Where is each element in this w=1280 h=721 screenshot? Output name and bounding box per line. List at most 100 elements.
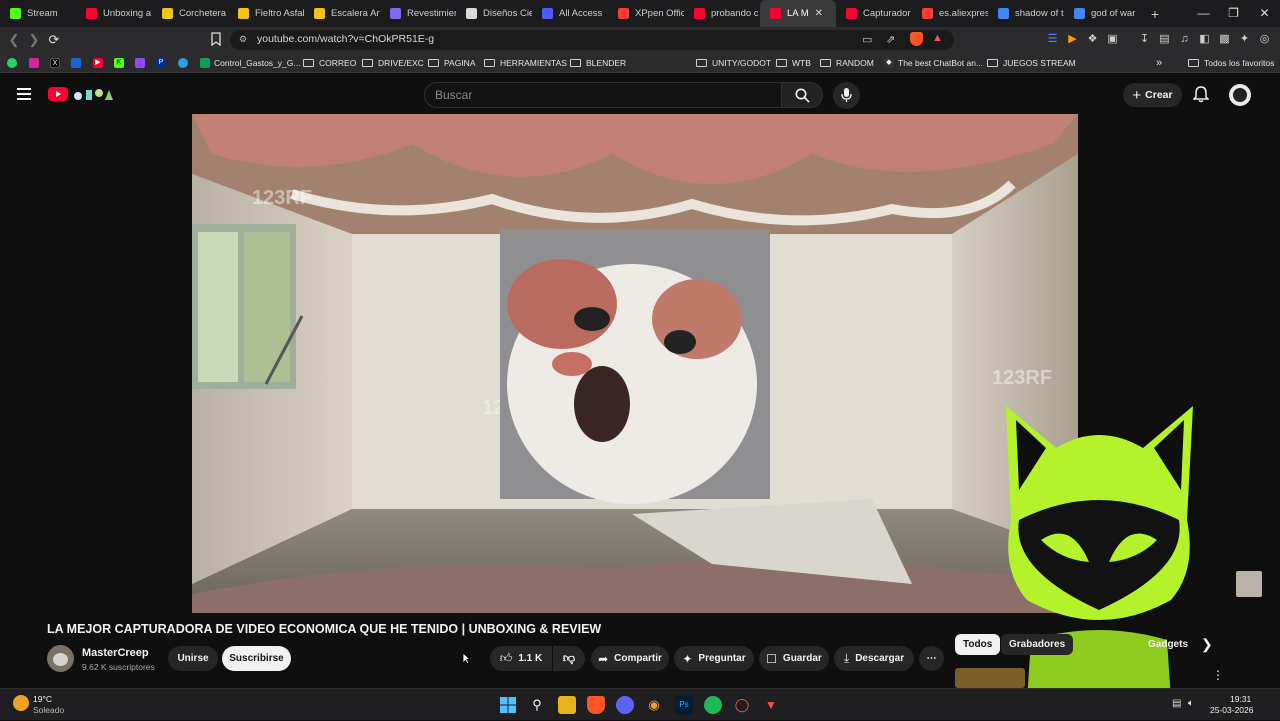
sidebar-toggle-icon[interactable]: ◧	[1198, 33, 1211, 46]
browser-tab[interactable]: shadow of t	[988, 0, 1064, 27]
bookmark-item[interactable]: Control_Gastos_y_G...	[200, 56, 300, 70]
browser-tab[interactable]: Fieltro Asfal	[228, 0, 304, 27]
temperature[interactable]: 19°C	[33, 694, 52, 704]
save-button[interactable]: ☐ Guardar	[759, 646, 829, 671]
browser-tab[interactable]: XPpen Offic	[608, 0, 684, 27]
downloads-icon[interactable]: ↧	[1138, 33, 1151, 46]
notifications-bell-icon[interactable]	[1192, 86, 1210, 108]
browser-tab[interactable]: Capturador	[836, 0, 912, 27]
bookmark-item[interactable]: HERRAMIENTAS	[484, 56, 567, 70]
forward-button[interactable]: ❯	[26, 32, 42, 48]
music-icon[interactable]: ♫	[1178, 33, 1191, 46]
bookmark-item[interactable]: UNITY/GODOT	[696, 56, 771, 70]
obs-icon[interactable]: ◯	[733, 696, 751, 714]
browser-tab[interactable]: es.aliexpres	[912, 0, 988, 27]
hamburger-menu-icon[interactable]	[17, 88, 31, 100]
user-avatar[interactable]	[1229, 84, 1251, 106]
extension-audio-icon[interactable]: ☰	[1046, 33, 1059, 46]
browser-tab[interactable]: Revestimien	[380, 0, 456, 27]
browser-tab[interactable]: All Access	[532, 0, 608, 27]
channel-avatar[interactable]	[47, 645, 74, 672]
weather-sun-icon[interactable]	[13, 695, 29, 711]
share-button[interactable]: ➦ Compartir	[591, 646, 669, 671]
extensions-puzzle-icon[interactable]: ❖	[1086, 33, 1099, 46]
bookmark-item[interactable]: WTB	[776, 56, 811, 70]
bookmark-all-favorites[interactable]: Todos los favoritos	[1188, 56, 1274, 70]
bookmark-item[interactable]: JUEGOS STREAM	[987, 56, 1076, 70]
side-thumbnail[interactable]	[1236, 571, 1262, 597]
reload-button[interactable]: ⟳	[46, 32, 62, 48]
bookmark-page-icon[interactable]	[208, 32, 224, 48]
brave-shields-icon[interactable]	[910, 32, 923, 46]
discord-icon[interactable]	[616, 696, 634, 714]
bookmarks-overflow-icon[interactable]: »	[1156, 56, 1162, 70]
extension-window-icon[interactable]: ▣	[1106, 33, 1119, 46]
share-page-icon[interactable]: ⇗	[886, 33, 895, 46]
bookmark-item[interactable]: ◆ The best ChatBot an...	[884, 56, 983, 70]
clock-time[interactable]: 19:31	[1230, 694, 1251, 704]
bookmark-paypal-icon[interactable]: P	[156, 56, 170, 70]
close-tab-icon[interactable]: ✕	[815, 8, 823, 19]
blender-icon[interactable]: ◉	[645, 696, 663, 714]
wallet-icon[interactable]: ▩	[1218, 33, 1231, 46]
chip-all[interactable]: Todos	[955, 634, 1001, 655]
download-button[interactable]: ⤓ Descargar	[834, 646, 914, 671]
search-button[interactable]	[781, 82, 823, 108]
search-box[interactable]	[424, 82, 782, 108]
subscribe-button[interactable]: Suscribirse	[222, 646, 291, 671]
chip-recorders[interactable]: Grabadores	[1001, 634, 1074, 655]
bookmark-kick-icon[interactable]: K	[114, 56, 128, 70]
recommended-thumbnail[interactable]	[955, 668, 1025, 688]
clock-date[interactable]: 25-03-2026	[1210, 705, 1253, 715]
bookmark-item[interactable]: PAGINA	[428, 56, 476, 70]
more-actions-button[interactable]: ⋯	[919, 646, 944, 671]
bookmark-whatsapp-icon[interactable]	[7, 56, 21, 70]
new-tab-button[interactable]: +	[1144, 6, 1166, 22]
url-bar[interactable]: ⚙ youtube.com/watch?v=ChOkPR51E-g ▭ ⇗ ▲	[230, 30, 954, 50]
dislike-button[interactable]: 👎︎	[553, 646, 585, 671]
app-icon[interactable]: ▼	[762, 696, 780, 714]
browser-tab[interactable]: Diseños Cie	[456, 0, 532, 27]
join-button[interactable]: Unirse	[168, 646, 218, 671]
minimize-button[interactable]: —	[1188, 0, 1219, 27]
bookmark-item[interactable]: BLENDER	[570, 56, 626, 70]
bookmark-mail-icon[interactable]	[71, 56, 85, 70]
bookmark-x-icon[interactable]: X	[50, 56, 64, 70]
browser-tab[interactable]: probando c	[684, 0, 760, 27]
windows-start-icon[interactable]	[499, 696, 517, 714]
voice-search-button[interactable]	[833, 82, 860, 109]
brave-rewards-icon[interactable]: ▲	[932, 32, 943, 44]
network-icon[interactable]: ▤	[1172, 698, 1181, 709]
back-button[interactable]: ❮	[6, 32, 22, 48]
extension-play-icon[interactable]: ▶	[1066, 33, 1079, 46]
bookmark-item[interactable]: CORREO	[303, 56, 356, 70]
bookmark-telegram-icon[interactable]	[178, 56, 192, 70]
cast-icon[interactable]: ▭	[862, 33, 872, 46]
ask-button[interactable]: ✦ Preguntar	[674, 646, 754, 671]
channel-name[interactable]: MasterCreep	[82, 647, 149, 659]
chip-gadgets[interactable]: Gadgets	[1140, 634, 1196, 655]
bookmark-instagram-icon[interactable]	[29, 56, 43, 70]
volume-icon[interactable]: 🔈︎	[1188, 698, 1194, 709]
bookmark-item[interactable]: DRIVE/EXC	[362, 56, 424, 70]
video-player[interactable]: 123RF 123RF 123RF	[192, 114, 1078, 613]
browser-tab[interactable]: Unboxing a	[76, 0, 152, 27]
weather-condition[interactable]: Soleado	[33, 705, 64, 715]
library-icon[interactable]: ▤	[1158, 33, 1171, 46]
browser-tab[interactable]: god of war	[1064, 0, 1140, 27]
search-input[interactable]	[425, 83, 781, 107]
leo-ai-icon[interactable]: ✦	[1238, 33, 1251, 46]
url-text[interactable]: youtube.com/watch?v=ChOkPR51E-g	[257, 33, 434, 45]
create-button[interactable]: + Crear	[1123, 83, 1182, 107]
like-button[interactable]: 👍︎ 1.1 K	[490, 646, 552, 671]
bookmark-item[interactable]: RANDOM	[820, 56, 874, 70]
brave-browser-icon[interactable]	[587, 696, 605, 714]
close-window-button[interactable]: ✕	[1249, 0, 1280, 27]
vpn-icon[interactable]: ◎	[1258, 33, 1271, 46]
browser-tab[interactable]: Stream	[0, 0, 76, 27]
more-vertical-icon[interactable]: ⋮	[1212, 668, 1224, 682]
youtube-logo-icon[interactable]	[48, 87, 68, 101]
chips-next-icon[interactable]: ❯	[1201, 636, 1213, 653]
bookmark-twitch-icon[interactable]	[135, 56, 149, 70]
spotify-icon[interactable]	[704, 696, 722, 714]
